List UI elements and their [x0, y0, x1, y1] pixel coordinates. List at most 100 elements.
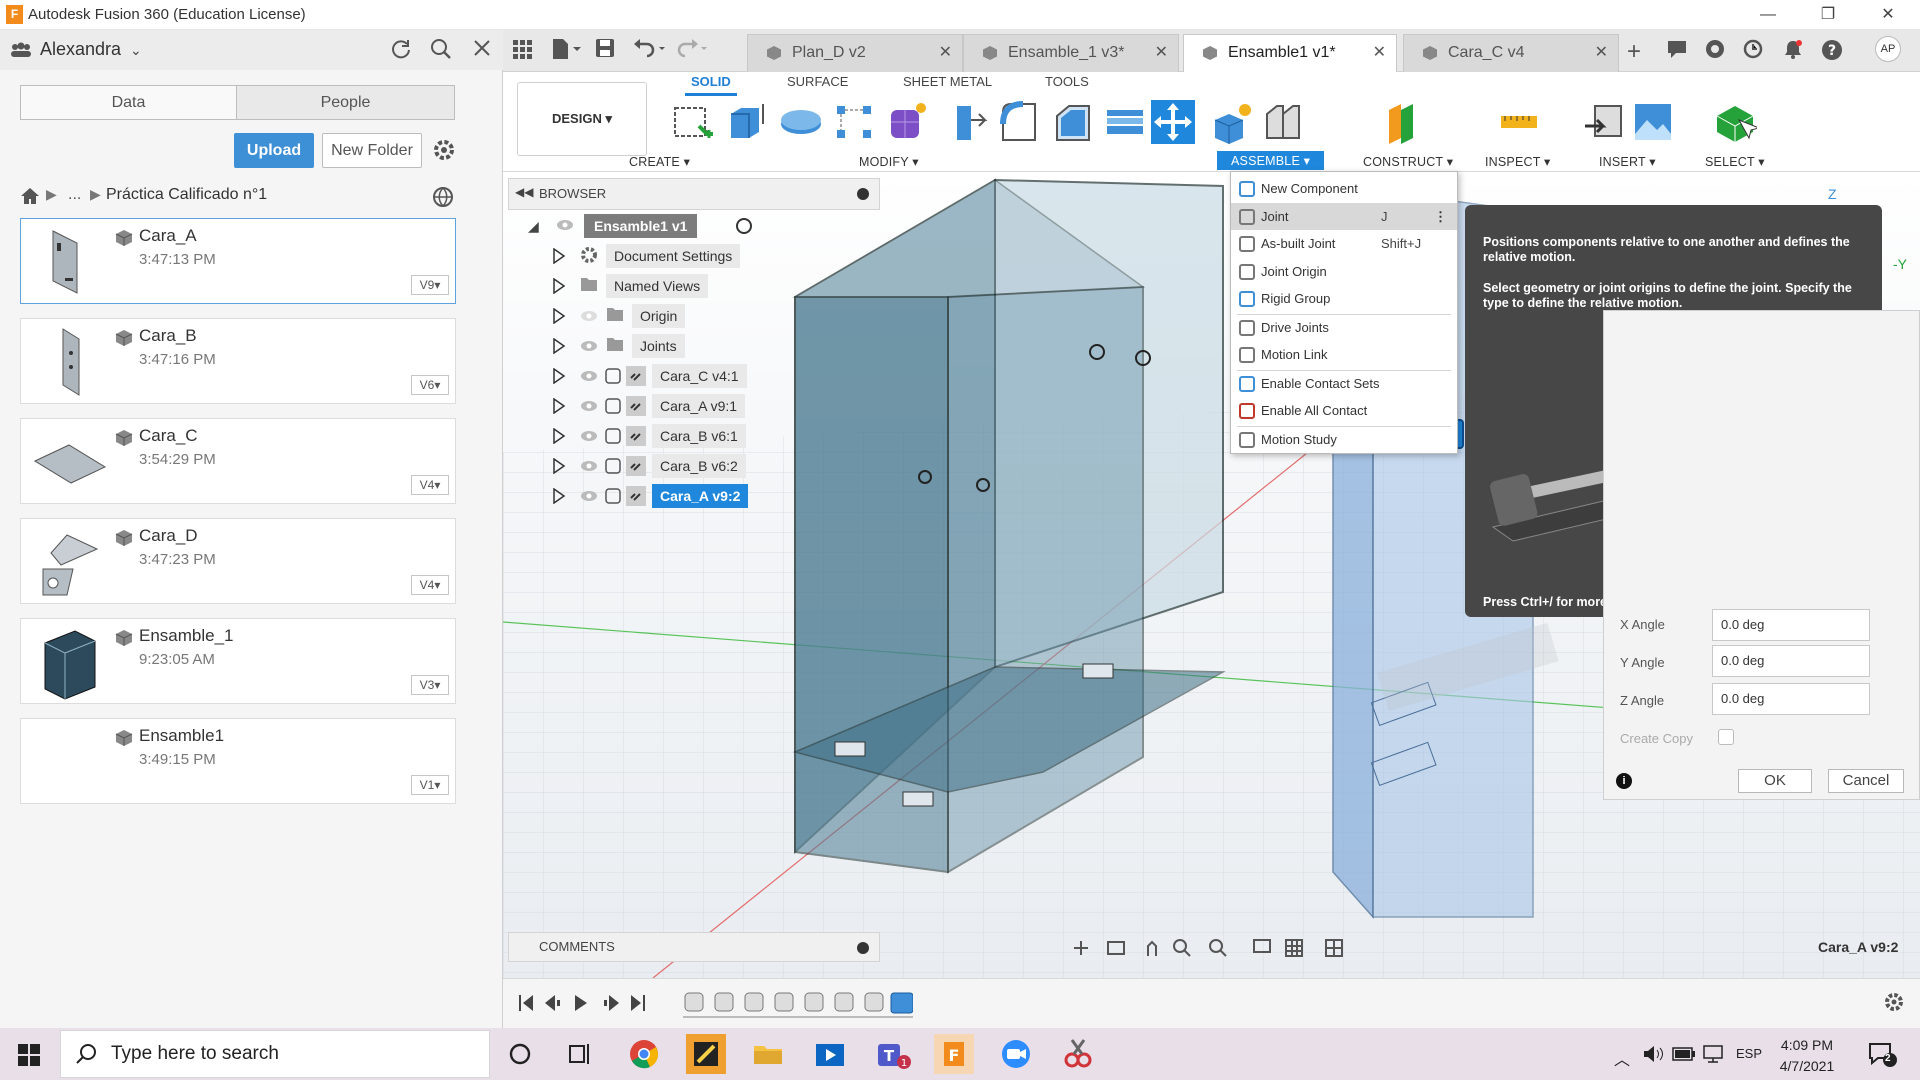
- expand-triangle-icon[interactable]: [552, 458, 566, 474]
- y-angle-input[interactable]: 0.0 deg: [1712, 645, 1870, 677]
- tab-surface[interactable]: SURFACE: [787, 74, 848, 89]
- gear-icon[interactable]: [432, 138, 456, 162]
- offset-plane-icon[interactable]: [1383, 100, 1427, 144]
- press-pull-icon[interactable]: [949, 100, 993, 144]
- eye-icon[interactable]: [580, 400, 598, 412]
- file-card[interactable]: Cara_A 3:47:13 PM V9▾: [20, 218, 456, 304]
- file-menu-icon[interactable]: [551, 38, 581, 60]
- eye-icon[interactable]: [580, 430, 598, 442]
- close-tab-icon[interactable]: ✕: [939, 35, 952, 71]
- avatar[interactable]: AP: [1875, 36, 1901, 62]
- save-icon[interactable]: [595, 38, 615, 58]
- user-name[interactable]: Alexandra: [40, 39, 121, 60]
- clock-icon[interactable]: [1743, 39, 1763, 59]
- insert-derive-icon[interactable]: [1583, 100, 1627, 144]
- file-explorer-icon[interactable]: [748, 1034, 788, 1074]
- browser-tree-item[interactable]: Cara_A v9:1: [508, 392, 880, 420]
- restore-button[interactable]: ❐: [1800, 0, 1856, 30]
- expand-triangle-icon[interactable]: [552, 338, 566, 354]
- data-tab[interactable]: Data: [20, 85, 237, 120]
- battery-icon[interactable]: [1672, 1047, 1696, 1061]
- close-tab-icon[interactable]: ✕: [1595, 35, 1608, 71]
- menu-item-rigid-group[interactable]: Rigid Group: [1231, 285, 1457, 312]
- more-options-icon[interactable]: ⋮: [1434, 203, 1447, 230]
- eye-icon[interactable]: [580, 460, 598, 472]
- pattern-icon[interactable]: [833, 100, 877, 144]
- create-form-icon[interactable]: [885, 100, 929, 144]
- timeline-features[interactable]: [683, 991, 913, 1021]
- breadcrumb[interactable]: Práctica Calificado n°1: [106, 186, 267, 204]
- menu-item-joint-origin[interactable]: Joint Origin: [1231, 258, 1457, 285]
- joint-icon[interactable]: [1261, 100, 1305, 144]
- shell-icon[interactable]: [1103, 100, 1147, 144]
- home-icon[interactable]: [20, 187, 40, 205]
- windows-start-icon[interactable]: [18, 1044, 40, 1066]
- taskbar-clock[interactable]: 4:09 PM 4/7/2021: [1772, 1035, 1842, 1077]
- taskbar-search-box[interactable]: Type here to search: [60, 1030, 490, 1078]
- tree-root[interactable]: ◢ Ensamble1 v1: [508, 212, 880, 240]
- timeline-settings-icon[interactable]: [1883, 991, 1905, 1013]
- construct-menu[interactable]: CONSTRUCT ▾: [1363, 154, 1453, 169]
- cancel-button[interactable]: Cancel: [1828, 769, 1904, 793]
- browser-tree-item[interactable]: Cara_B v6:2: [508, 452, 880, 480]
- eye-icon[interactable]: [580, 370, 598, 382]
- document-tab[interactable]: Cara_C v4 ✕: [1403, 34, 1619, 72]
- eye-icon[interactable]: [580, 310, 598, 322]
- info-icon[interactable]: i: [1616, 773, 1632, 789]
- browser-pin-icon[interactable]: [857, 188, 869, 200]
- people-tab[interactable]: People: [236, 85, 455, 120]
- version-badge[interactable]: V3▾: [411, 675, 449, 695]
- tab-tools[interactable]: TOOLS: [1045, 74, 1089, 89]
- collapse-browser-icon[interactable]: ◀◀: [515, 185, 533, 199]
- document-tab[interactable]: Plan_D v2 ✕: [747, 34, 963, 72]
- x-angle-input[interactable]: 0.0 deg: [1712, 609, 1870, 641]
- z-angle-input[interactable]: 0.0 deg: [1712, 683, 1870, 715]
- notification-bell-icon[interactable]: [1783, 39, 1803, 59]
- menu-item-enable-contact-sets[interactable]: Enable Contact Sets: [1231, 370, 1457, 397]
- create-menu[interactable]: CREATE ▾: [629, 154, 690, 169]
- eye-icon[interactable]: [580, 490, 598, 502]
- file-card[interactable]: Cara_D 3:47:23 PM V4▾: [20, 518, 456, 604]
- fillet-icon[interactable]: [999, 100, 1043, 144]
- teams-icon[interactable]: T1: [872, 1034, 912, 1074]
- expand-triangle-icon[interactable]: [552, 248, 566, 264]
- expand-triangle-icon[interactable]: [552, 278, 566, 294]
- breadcrumb-ellipsis[interactable]: ...: [68, 186, 81, 204]
- tab-solid[interactable]: SOLID: [685, 74, 737, 96]
- eye-icon[interactable]: [580, 340, 598, 352]
- network-icon[interactable]: [1702, 1044, 1724, 1064]
- browser-tree-item[interactable]: Cara_B v6:1: [508, 422, 880, 450]
- browser-tree-item[interactable]: Origin: [508, 302, 880, 330]
- browser-tree-item[interactable]: Joints: [508, 332, 880, 360]
- video-app-icon[interactable]: [810, 1034, 850, 1074]
- volume-icon[interactable]: [1642, 1044, 1664, 1064]
- chrome-icon[interactable]: [624, 1034, 664, 1074]
- extrude-icon[interactable]: [725, 100, 769, 144]
- modify-menu[interactable]: MODIFY ▾: [859, 154, 919, 169]
- menu-item-new-component[interactable]: New Component: [1231, 175, 1457, 202]
- team-icon[interactable]: [10, 42, 32, 58]
- select-icon[interactable]: [1713, 100, 1757, 144]
- browser-tree-item[interactable]: Document Settings: [508, 242, 880, 270]
- assemble-menu[interactable]: ASSEMBLE ▾: [1217, 151, 1325, 170]
- browser-tree-item[interactable]: Cara_C v4:1: [508, 362, 880, 390]
- cortana-icon[interactable]: [500, 1034, 540, 1074]
- help-icon[interactable]: ?: [1821, 39, 1843, 61]
- sticky-notes-icon[interactable]: [686, 1034, 726, 1074]
- upload-button[interactable]: Upload: [234, 133, 314, 168]
- new-tab-icon[interactable]: +: [1627, 38, 1641, 66]
- expand-triangle-icon[interactable]: [552, 488, 566, 504]
- version-badge[interactable]: V6▾: [411, 375, 449, 395]
- create-sketch-icon[interactable]: [671, 100, 715, 144]
- measure-icon[interactable]: [1497, 100, 1541, 144]
- close-tab-icon[interactable]: ✕: [1373, 35, 1386, 71]
- menu-item-motion-study[interactable]: Motion Study: [1231, 426, 1457, 453]
- file-card[interactable]: Ensamble_1 9:23:05 AM V3▾: [20, 618, 456, 704]
- file-card[interactable]: Cara_B 3:47:16 PM V6▾: [20, 318, 456, 404]
- revolve-icon[interactable]: [777, 100, 821, 144]
- expand-triangle-icon[interactable]: [552, 398, 566, 414]
- version-badge[interactable]: V1▾: [411, 775, 449, 795]
- comments-add-icon[interactable]: [857, 942, 869, 954]
- globe-icon[interactable]: [432, 186, 454, 208]
- close-tab-icon[interactable]: ✕: [1155, 35, 1168, 71]
